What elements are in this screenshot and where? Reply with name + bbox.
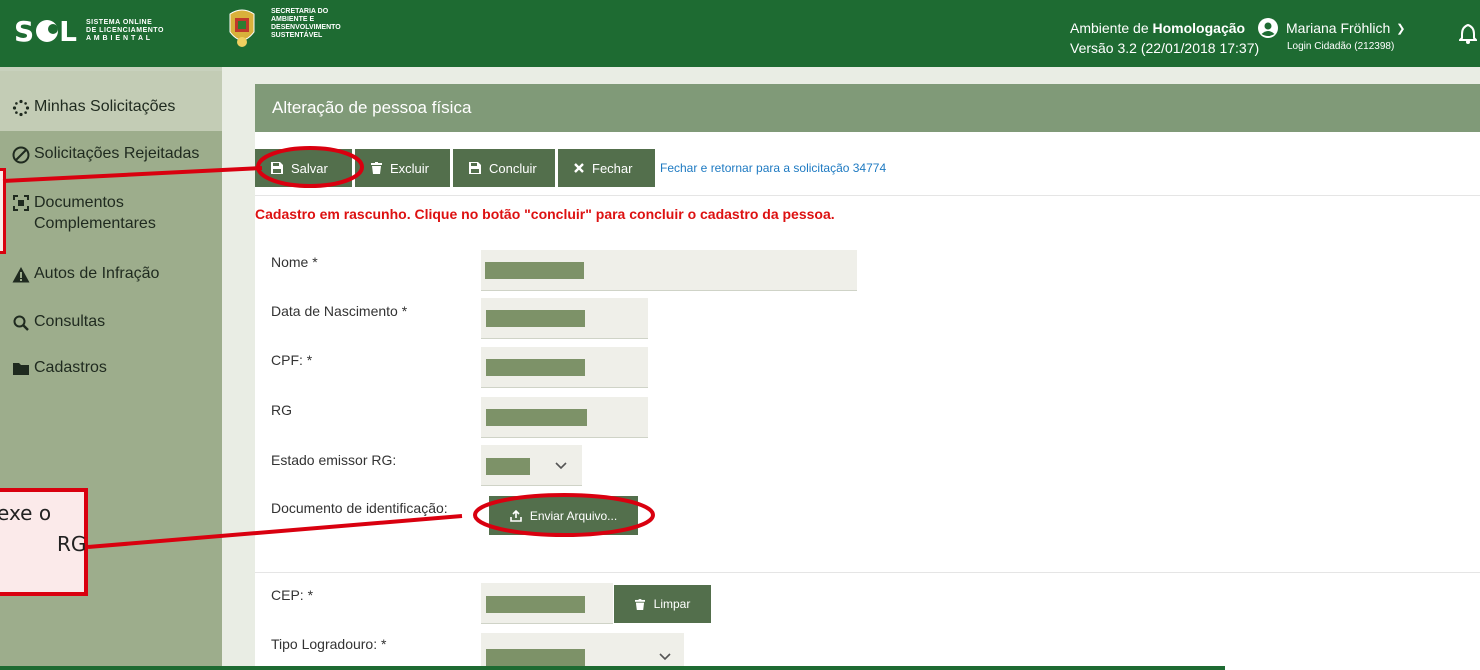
annotation-overlay xyxy=(2,146,655,549)
annotation-arrow-line xyxy=(2,166,263,183)
annotation-arrow-line xyxy=(87,514,463,549)
annotation-highlight-save xyxy=(256,146,364,188)
annotation-highlight-upload xyxy=(473,493,655,537)
